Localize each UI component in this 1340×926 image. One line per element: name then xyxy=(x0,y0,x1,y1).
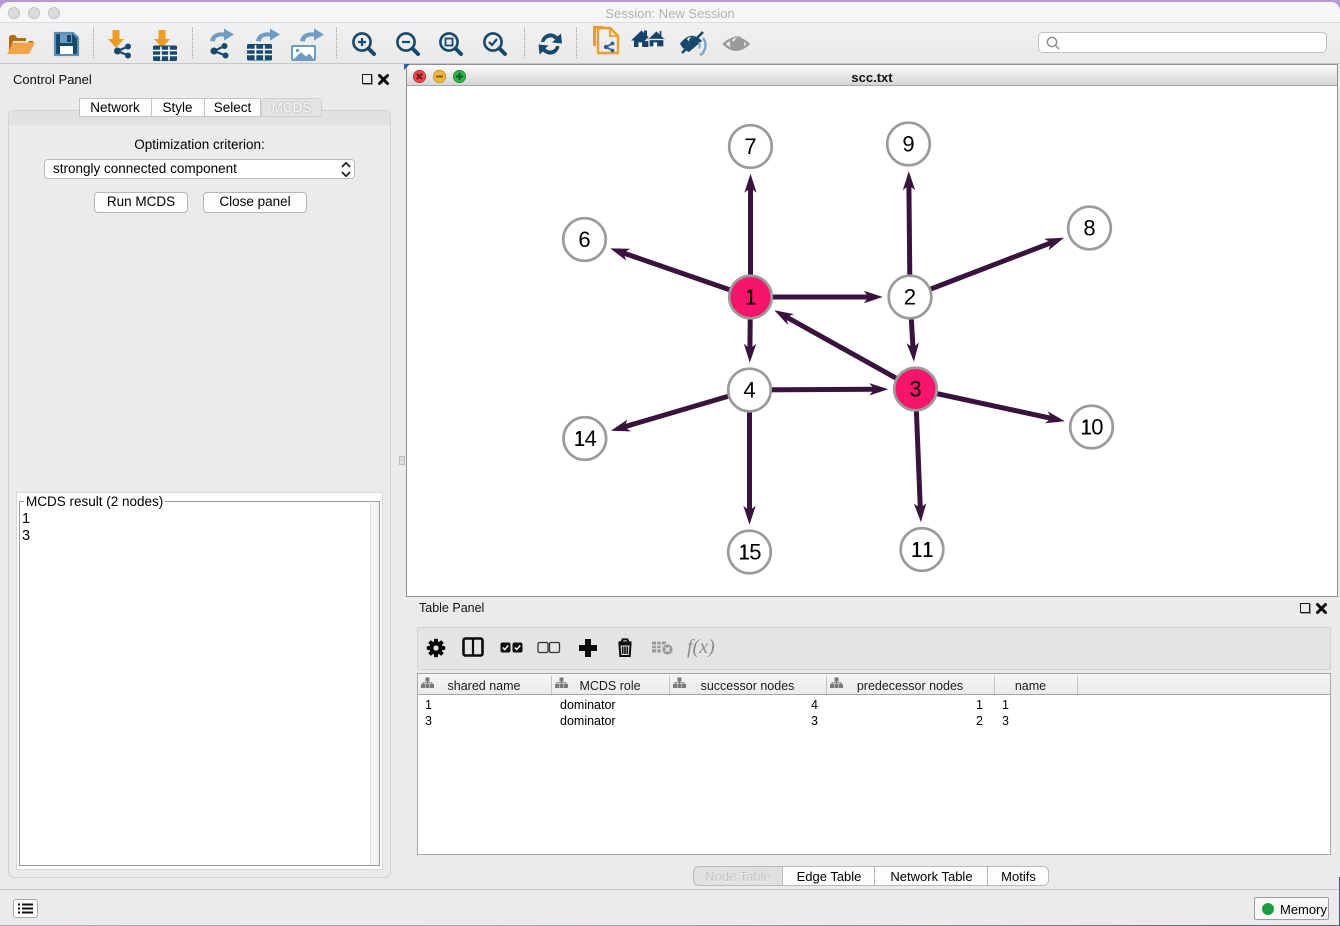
svg-text:9: 9 xyxy=(902,132,914,157)
svg-text:5: 5 xyxy=(749,540,761,565)
svg-text:8: 8 xyxy=(1083,216,1095,241)
svg-text:2: 2 xyxy=(904,285,916,310)
svg-text:3: 3 xyxy=(909,377,921,402)
svg-text:4: 4 xyxy=(743,378,755,403)
svg-text:6: 6 xyxy=(578,227,590,252)
svg-text:0: 0 xyxy=(1091,415,1103,440)
svg-text:7: 7 xyxy=(744,134,756,159)
svg-text:4: 4 xyxy=(585,426,597,451)
